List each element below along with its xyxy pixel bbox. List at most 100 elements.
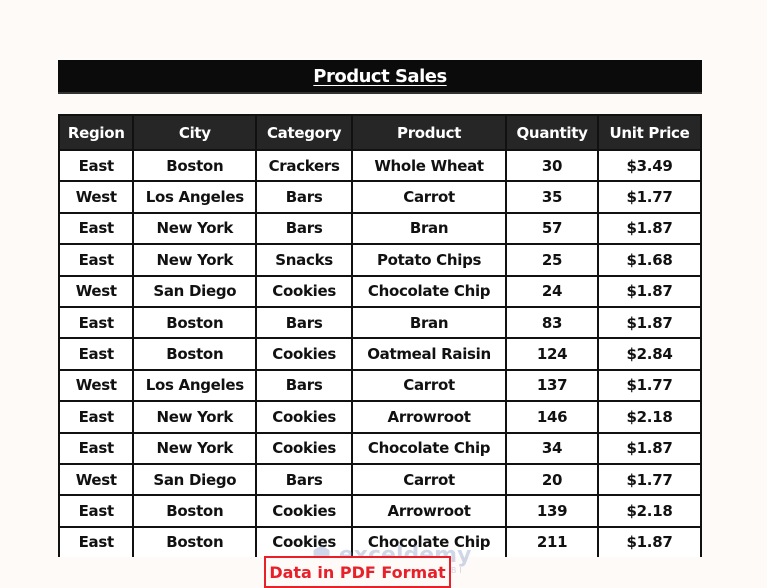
- table-cell: Bars: [255, 305, 354, 340]
- table-cell: San Diego: [132, 274, 258, 308]
- table-cell: Cookies: [255, 337, 354, 371]
- table-cell: $1.87: [597, 431, 702, 465]
- table-cell: 146: [505, 400, 600, 434]
- table-row: East Boston Cookies Oatmeal Raisin 124 $2.84: [57, 337, 702, 371]
- caption-text: Data in PDF Format: [269, 562, 446, 582]
- table-cell: 139: [505, 494, 600, 528]
- table-cell: $3.49: [597, 148, 702, 183]
- table-cell: 24: [505, 274, 600, 308]
- table-cell: New York: [132, 243, 258, 277]
- column-header: Category: [255, 114, 354, 151]
- table-cell: 25: [505, 243, 600, 277]
- table-cell: New York: [132, 431, 258, 465]
- table-row: East Boston Bars Bran 83 $1.87: [57, 305, 702, 340]
- table-cell: East: [57, 305, 135, 340]
- table-row: East New York Cookies Arrowroot 146 $2.18: [57, 400, 702, 434]
- table-cell: $1.87: [597, 525, 702, 558]
- table-cell: Carrot: [351, 180, 508, 214]
- page-title: Product Sales: [313, 65, 447, 87]
- table-cell: Bars: [255, 180, 354, 214]
- column-header: Region: [57, 114, 135, 151]
- table-row: East New York Cookies Chocolate Chip 34 $1.87: [57, 431, 702, 465]
- table-cell: East: [57, 148, 135, 183]
- table-cell: $1.77: [597, 462, 702, 497]
- caption-box: Data in PDF Format: [264, 556, 451, 588]
- table-cell: Whole Wheat: [351, 148, 508, 183]
- table-cell: 35: [505, 180, 600, 214]
- table-cell: $1.77: [597, 368, 702, 403]
- table-cell: East: [57, 525, 135, 558]
- table-row: West Los Angeles Bars Carrot 137 $1.77: [57, 368, 702, 403]
- table-cell: Boston: [132, 337, 258, 371]
- table-row: West Los Angeles Bars Carrot 35 $1.77: [57, 180, 702, 214]
- table-cell: $2.18: [597, 400, 702, 434]
- product-sales-table: Region City Category Product Quantity Unit Pr…: [57, 114, 702, 558]
- table-cell: East: [57, 494, 135, 528]
- table-cell: $1.68: [597, 243, 702, 277]
- table-cell: $2.18: [597, 494, 702, 528]
- table-cell: 211: [505, 525, 600, 558]
- table-cell: Boston: [132, 525, 258, 558]
- column-header: Unit Price: [597, 114, 702, 151]
- table-cell: East: [57, 431, 135, 465]
- table-row: East New York Snacks Potato Chips 25 $1.68: [57, 243, 702, 277]
- table-cell: Bars: [255, 368, 354, 403]
- table-cell: 83: [505, 305, 600, 340]
- table-cell: East: [57, 211, 135, 246]
- table-cell: Arrowroot: [351, 400, 508, 434]
- table-cell: $2.84: [597, 337, 702, 371]
- table-row: West San Diego Bars Carrot 20 $1.77: [57, 462, 702, 497]
- table-cell: West: [57, 180, 135, 214]
- table-cell: $1.87: [597, 274, 702, 308]
- table-row: West San Diego Cookies Chocolate Chip 24 $1.8…: [57, 274, 702, 308]
- table-cell: 124: [505, 337, 600, 371]
- table-cell: Crackers: [255, 148, 354, 183]
- table-cell: Carrot: [351, 368, 508, 403]
- table-cell: Arrowroot: [351, 494, 508, 528]
- table-cell: East: [57, 337, 135, 371]
- table-cell: Snacks: [255, 243, 354, 277]
- table-cell: West: [57, 462, 135, 497]
- table-cell: Carrot: [351, 462, 508, 497]
- table-cell: Boston: [132, 148, 258, 183]
- table-cell: 30: [505, 148, 600, 183]
- table-cell: Bran: [351, 211, 508, 246]
- column-header: City: [132, 114, 258, 151]
- table-row: East New York Bars Bran 57 $1.87: [57, 211, 702, 246]
- table-cell: West: [57, 274, 135, 308]
- table-cell: East: [57, 400, 135, 434]
- table-cell: Bars: [255, 211, 354, 246]
- table-cell: Los Angeles: [132, 368, 258, 403]
- table-cell: New York: [132, 211, 258, 246]
- table-cell: Potato Chips: [351, 243, 508, 277]
- table-cell: Cookies: [255, 400, 354, 434]
- table-cell: Bran: [351, 305, 508, 340]
- table-cell: Cookies: [255, 274, 354, 308]
- column-header: Quantity: [505, 114, 600, 151]
- table-cell: 57: [505, 211, 600, 246]
- table-cell: Boston: [132, 305, 258, 340]
- table-cell: Chocolate Chip: [351, 431, 508, 465]
- table-cell: $1.87: [597, 305, 702, 340]
- table-cell: Chocolate Chip: [351, 274, 508, 308]
- table-row: East Boston Crackers Whole Wheat 30 $3.49: [57, 148, 702, 183]
- table-cell: Los Angeles: [132, 180, 258, 214]
- column-header: Product: [351, 114, 508, 151]
- table-cell: Oatmeal Raisin: [351, 337, 508, 371]
- table-cell: $1.87: [597, 211, 702, 246]
- table-cell: San Diego: [132, 462, 258, 497]
- table-cell: Cookies: [255, 431, 354, 465]
- header-row: Region City Category Product Quantity Unit Pr…: [57, 114, 702, 151]
- table-cell: 137: [505, 368, 600, 403]
- table-cell: $1.77: [597, 180, 702, 214]
- table-cell: Boston: [132, 494, 258, 528]
- table-cell: West: [57, 368, 135, 403]
- table-row: East Boston Cookies Arrowroot 139 $2.18: [57, 494, 702, 528]
- table-cell: New York: [132, 400, 258, 434]
- table-cell: Cookies: [255, 494, 354, 528]
- title-bar: Product Sales: [58, 60, 702, 94]
- table-cell: 20: [505, 462, 600, 497]
- table-cell: 34: [505, 431, 600, 465]
- table-cell: East: [57, 243, 135, 277]
- table-cell: Bars: [255, 462, 354, 497]
